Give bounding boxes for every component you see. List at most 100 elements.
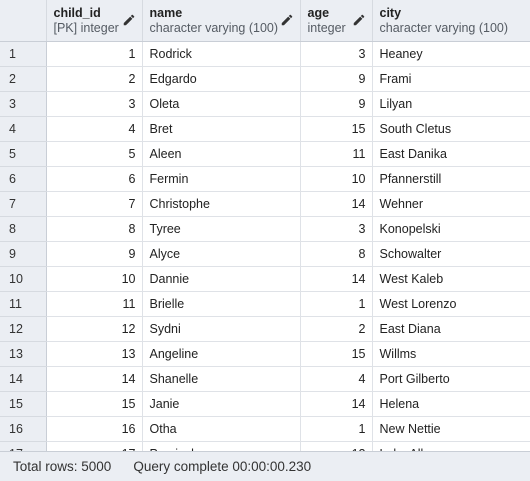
cell-city[interactable]: Frami <box>372 66 530 92</box>
cell-age[interactable]: 3 <box>300 41 373 67</box>
cell-age[interactable]: 1 <box>300 416 373 442</box>
row-number[interactable]: 8 <box>0 216 47 242</box>
cell-child-id[interactable]: 7 <box>46 191 143 217</box>
table-row[interactable]: 1717Percival12Lake Alba <box>0 441 530 451</box>
cell-name[interactable]: Angeline <box>142 341 301 367</box>
cell-city[interactable]: Pfannerstill <box>372 166 530 192</box>
cell-city[interactable]: Helena <box>372 391 530 417</box>
cell-city[interactable]: East Diana <box>372 316 530 342</box>
column-header-name[interactable]: name character varying (100) <box>142 0 301 42</box>
cell-child-id[interactable]: 14 <box>46 366 143 392</box>
cell-name[interactable]: Percival <box>142 441 301 451</box>
cell-age[interactable]: 4 <box>300 366 373 392</box>
cell-name[interactable]: Edgardo <box>142 66 301 92</box>
cell-name[interactable]: Alyce <box>142 241 301 267</box>
cell-child-id[interactable]: 15 <box>46 391 143 417</box>
cell-name[interactable]: Otha <box>142 416 301 442</box>
cell-child-id[interactable]: 9 <box>46 241 143 267</box>
table-row[interactable]: 13 13 Angeline 15 Willms <box>0 341 530 367</box>
cell-name[interactable]: Tyree <box>142 216 301 242</box>
cell-city[interactable]: Wehner <box>372 191 530 217</box>
cell-age[interactable]: 3 <box>300 216 373 242</box>
table-row[interactable]: 6 6 Fermin 10 Pfannerstill <box>0 166 530 192</box>
cell-name[interactable]: Oleta <box>142 91 301 117</box>
row-number[interactable]: 1 <box>0 41 47 67</box>
row-number[interactable]: 16 <box>0 416 47 442</box>
cell-child-id[interactable]: 12 <box>46 316 143 342</box>
cell-city[interactable]: West Lorenzo <box>372 291 530 317</box>
cell-city[interactable]: Lake Alba <box>372 441 530 451</box>
cell-age[interactable]: 15 <box>300 116 373 142</box>
cell-age[interactable]: 2 <box>300 316 373 342</box>
cell-child-id[interactable]: 13 <box>46 341 143 367</box>
cell-city[interactable]: Heaney <box>372 41 530 67</box>
row-number[interactable]: 6 <box>0 166 47 192</box>
row-number[interactable]: 14 <box>0 366 47 392</box>
cell-name[interactable]: Christophe <box>142 191 301 217</box>
table-row[interactable]: 15 15 Janie 14 Helena <box>0 391 530 417</box>
pencil-icon[interactable] <box>280 13 294 27</box>
cell-city[interactable]: Lilyan <box>372 91 530 117</box>
cell-name[interactable]: Fermin <box>142 166 301 192</box>
cell-name[interactable]: Bret <box>142 116 301 142</box>
pencil-icon[interactable] <box>122 13 136 27</box>
cell-age[interactable]: 9 <box>300 66 373 92</box>
table-row[interactable]: 7 7 Christophe 14 Wehner <box>0 191 530 217</box>
cell-child-id[interactable]: 8 <box>46 216 143 242</box>
cell-child-id[interactable]: 11 <box>46 291 143 317</box>
table-row[interactable]: 12 12 Sydni 2 East Diana <box>0 316 530 342</box>
cell-age[interactable]: 12 <box>300 441 373 451</box>
cell-city[interactable]: East Danika <box>372 141 530 167</box>
cell-name[interactable]: Rodrick <box>142 41 301 67</box>
cell-city[interactable]: Schowalter <box>372 241 530 267</box>
table-row[interactable]: 8 8 Tyree 3 Konopelski <box>0 216 530 242</box>
cell-child-id[interactable]: 10 <box>46 266 143 292</box>
table-row[interactable]: 10 10 Dannie 14 West Kaleb <box>0 266 530 292</box>
row-number[interactable]: 9 <box>0 241 47 267</box>
row-number[interactable]: 17 <box>0 441 47 451</box>
row-number[interactable]: 2 <box>0 66 47 92</box>
row-number[interactable]: 10 <box>0 266 47 292</box>
cell-age[interactable]: 14 <box>300 191 373 217</box>
table-row[interactable]: 11 11 Brielle 1 West Lorenzo <box>0 291 530 317</box>
cell-city[interactable]: Port Gilberto <box>372 366 530 392</box>
cell-child-id[interactable]: 16 <box>46 416 143 442</box>
cell-child-id[interactable]: 17 <box>46 441 143 451</box>
row-number[interactable]: 11 <box>0 291 47 317</box>
cell-age[interactable]: 10 <box>300 166 373 192</box>
cell-name[interactable]: Brielle <box>142 291 301 317</box>
cell-age[interactable]: 9 <box>300 91 373 117</box>
table-row[interactable]: 9 9 Alyce 8 Schowalter <box>0 241 530 267</box>
table-row[interactable]: 14 14 Shanelle 4 Port Gilberto <box>0 366 530 392</box>
cell-city[interactable]: South Cletus <box>372 116 530 142</box>
row-number[interactable]: 3 <box>0 91 47 117</box>
select-all-corner[interactable] <box>0 0 47 42</box>
cell-child-id[interactable]: 1 <box>46 41 143 67</box>
cell-city[interactable]: Konopelski <box>372 216 530 242</box>
table-row[interactable]: 5 5 Aleen 11 East Danika <box>0 141 530 167</box>
table-row[interactable]: 2 2 Edgardo 9 Frami <box>0 66 530 92</box>
cell-city[interactable]: West Kaleb <box>372 266 530 292</box>
cell-name[interactable]: Shanelle <box>142 366 301 392</box>
row-number[interactable]: 15 <box>0 391 47 417</box>
cell-age[interactable]: 11 <box>300 141 373 167</box>
row-number[interactable]: 4 <box>0 116 47 142</box>
table-row[interactable]: 3 3 Oleta 9 Lilyan <box>0 91 530 117</box>
cell-child-id[interactable]: 5 <box>46 141 143 167</box>
cell-child-id[interactable]: 4 <box>46 116 143 142</box>
cell-child-id[interactable]: 3 <box>46 91 143 117</box>
cell-age[interactable]: 1 <box>300 291 373 317</box>
cell-name[interactable]: Janie <box>142 391 301 417</box>
table-row[interactable]: 1 1 Rodrick 3 Heaney <box>0 41 530 67</box>
cell-age[interactable]: 14 <box>300 391 373 417</box>
pencil-icon[interactable] <box>352 13 366 27</box>
cell-city[interactable]: New Nettie <box>372 416 530 442</box>
cell-age[interactable]: 15 <box>300 341 373 367</box>
row-number[interactable]: 12 <box>0 316 47 342</box>
row-number[interactable]: 5 <box>0 141 47 167</box>
cell-city[interactable]: Willms <box>372 341 530 367</box>
cell-name[interactable]: Sydni <box>142 316 301 342</box>
cell-name[interactable]: Aleen <box>142 141 301 167</box>
cell-name[interactable]: Dannie <box>142 266 301 292</box>
row-number[interactable]: 7 <box>0 191 47 217</box>
